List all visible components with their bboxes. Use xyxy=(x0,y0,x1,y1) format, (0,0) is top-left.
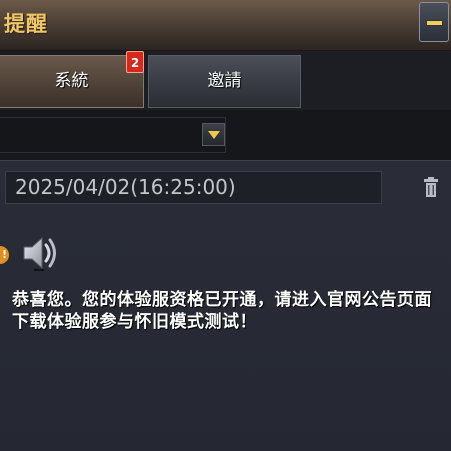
dropdown-toggle-button[interactable] xyxy=(202,123,225,146)
window-title: 提醒 xyxy=(4,12,48,36)
trash-icon[interactable] xyxy=(424,177,438,197)
minimize-icon xyxy=(427,21,442,25)
title-bar: 提醒 xyxy=(0,0,451,51)
tab-system[interactable]: 系統 xyxy=(0,55,144,108)
tab-invite[interactable]: 邀請 xyxy=(148,55,301,108)
tab-invite-label: 邀請 xyxy=(207,71,242,91)
caret-down-icon xyxy=(208,131,220,139)
message-timestamp: 2025/04/02(16:25:00) xyxy=(5,171,382,204)
category-dropdown[interactable] xyxy=(0,117,226,153)
minimize-button[interactable] xyxy=(419,2,449,42)
notification-badge: 2 xyxy=(126,51,144,73)
speaker-icon xyxy=(23,236,56,271)
tab-strip: 系統 2 邀請 xyxy=(0,51,451,110)
message-body: 恭喜您。您的体验服资格已开通，请进入官网公告页面下载体验服参与怀旧模式测试！ xyxy=(12,290,432,332)
filter-row xyxy=(0,110,451,160)
unread-indicator: ! xyxy=(0,246,9,264)
tab-system-label: 系統 xyxy=(54,71,89,91)
message-panel: 2025/04/02(16:25:00) ! 恭喜您。您的体验服资格已开通，请进… xyxy=(0,160,451,451)
